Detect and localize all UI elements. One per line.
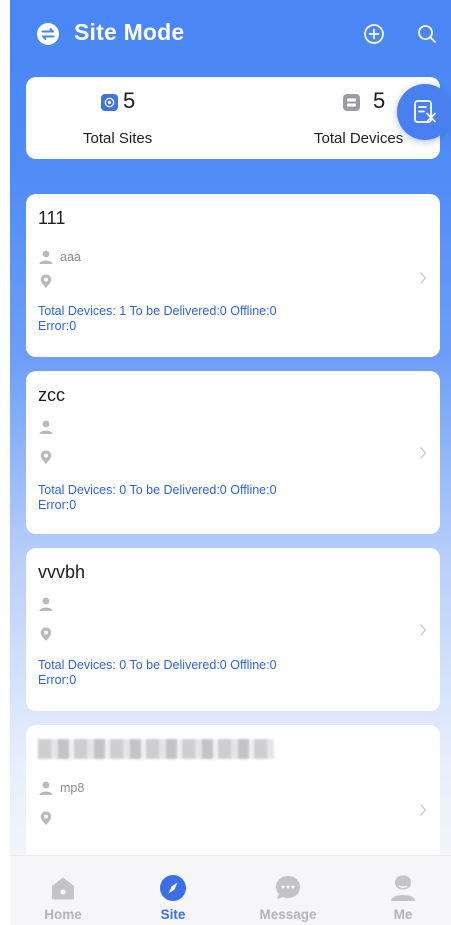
summary-card: 5 Total Sites 5 Total Devices (26, 77, 440, 159)
nav-item-me[interactable]: Me (363, 856, 443, 925)
floating-action-button[interactable] (397, 84, 451, 140)
chevron-right-icon (420, 624, 427, 636)
nav-item-home[interactable]: Home (23, 856, 103, 925)
bottom-nav: Home Site Message Me (10, 855, 451, 925)
stats-line: Total Devices: 0 To be Delivered:0 Offli… (38, 658, 277, 672)
nav-item-site[interactable]: Site (133, 856, 213, 925)
list-history-icon (414, 100, 436, 123)
page-title: Site Mode (74, 19, 185, 45)
site-name: 111 (38, 208, 66, 228)
site-card[interactable]: vvvbh Total Devices: 0 To be Delivered:0… (26, 548, 440, 711)
chevron-right-icon (420, 447, 427, 459)
total-sites-label: Total Sites (83, 130, 153, 147)
site-card[interactable]: zcc Total Devices: 0 To be Delivered:0 O… (26, 371, 440, 534)
stats-line: Error:0 (38, 498, 77, 512)
location-pin-icon (40, 450, 52, 464)
user-icon (391, 875, 415, 901)
chat-bubble-icon (276, 876, 300, 899)
chevron-right-icon (420, 804, 427, 816)
chevron-right-icon (420, 272, 427, 284)
nav-label: Home (44, 907, 82, 922)
compass-icon (160, 875, 186, 901)
user-icon (39, 781, 53, 795)
site-stats: Total Devices: 0 To be Delivered:0 Offli… (38, 483, 368, 513)
stats-line: Error:0 (38, 319, 77, 333)
user-icon (39, 420, 53, 434)
nav-item-message[interactable]: Message (248, 856, 328, 925)
device-icon (343, 94, 360, 111)
total-sites-count: 5 (123, 88, 136, 113)
user-icon (39, 597, 53, 611)
blurred-site-name (38, 739, 274, 759)
total-devices-label: Total Devices (314, 130, 404, 147)
total-devices-count: 5 (373, 88, 386, 113)
screen: Site Mode 5 Total Sites 5 Total Devices … (10, 0, 451, 925)
site-target-icon (101, 94, 118, 111)
location-pin-icon (40, 274, 52, 288)
nav-label: Me (393, 907, 413, 922)
nav-label: Message (259, 907, 317, 922)
stats-line: Error:0 (38, 673, 77, 687)
site-owner: mp8 (60, 781, 85, 795)
switch-arrows-icon[interactable] (36, 22, 60, 46)
home-icon (52, 877, 74, 900)
header-bar: Site Mode (10, 0, 451, 66)
search-icon[interactable] (415, 22, 439, 46)
stats-line: Total Devices: 0 To be Delivered:0 Offli… (38, 483, 277, 497)
total-sites-block[interactable]: 5 Total Sites (64, 77, 214, 159)
nav-label: Site (160, 907, 186, 922)
site-card[interactable]: 111 aaa Total Devices: 1 To be Delivered… (26, 194, 440, 357)
plus-circle-icon[interactable] (362, 22, 386, 46)
location-pin-icon (40, 811, 52, 825)
stats-line: Total Devices: 1 To be Delivered:0 Offli… (38, 304, 277, 318)
location-pin-icon (40, 627, 52, 641)
site-name: vvvbh (38, 562, 86, 582)
site-name: zcc (38, 385, 65, 405)
site-card[interactable]: mp8 (26, 725, 440, 875)
site-stats: Total Devices: 1 To be Delivered:0 Offli… (38, 304, 368, 334)
site-owner: aaa (60, 250, 81, 264)
site-stats: Total Devices: 0 To be Delivered:0 Offli… (38, 658, 368, 688)
user-icon (39, 250, 53, 264)
